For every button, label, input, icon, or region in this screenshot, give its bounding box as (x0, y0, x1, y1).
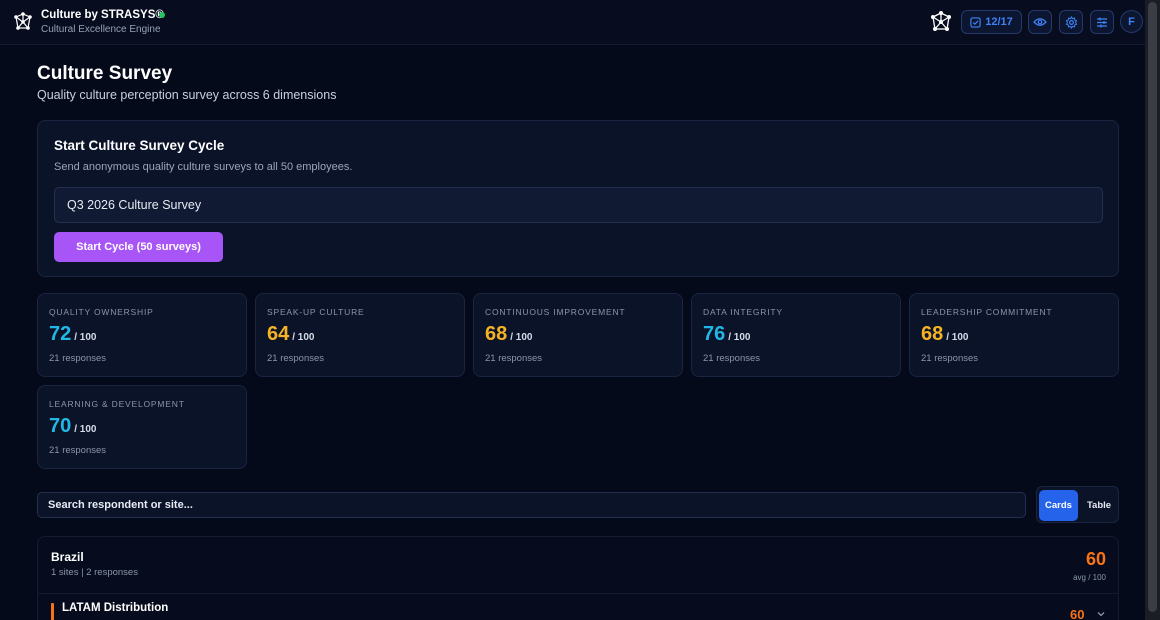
dimension-responses: 21 responses (921, 353, 979, 364)
filters-button[interactable] (1090, 10, 1114, 34)
site-score: 60 (1070, 607, 1085, 620)
network-logo-icon (14, 12, 32, 30)
dimension-card-continuous-improvement: Continuous Improvement 68/ 100 21 respon… (473, 293, 683, 377)
top-bar: Culture by STRASYS® Cultural Excellence … (0, 0, 1145, 45)
country-average-label: avg / 100 (1073, 573, 1106, 582)
tasks-count: 12/17 (985, 16, 1013, 28)
cycle-name-input[interactable] (54, 187, 1103, 223)
dimension-name: Continuous Improvement (485, 307, 626, 317)
dimension-responses: 21 responses (267, 353, 325, 364)
dimension-card-data-integrity: Data Integrity 76/ 100 21 responses (691, 293, 901, 377)
dimension-score: 68/ 100 (921, 323, 969, 345)
dimension-score: 72/ 100 (49, 323, 97, 345)
checklist-icon (970, 16, 981, 28)
sliders-icon (1097, 17, 1107, 27)
dimension-name: Leadership Commitment (921, 307, 1053, 317)
site-accent-bar (51, 603, 54, 620)
country-card-brazil[interactable]: Brazil 1 sites | 2 responses 60 avg / 10… (37, 536, 1119, 620)
gear-icon (1065, 15, 1077, 29)
view-button[interactable] (1028, 10, 1052, 34)
start-cycle-card: Start Culture Survey Cycle Send anonymou… (37, 120, 1119, 277)
cycle-description: Send anonymous quality culture surveys t… (54, 161, 353, 173)
network-icon[interactable] (929, 10, 953, 34)
eye-icon (1033, 18, 1047, 26)
search-input[interactable] (37, 492, 1026, 518)
dimension-card-leadership-commitment: Leadership Commitment 68/ 100 21 respons… (909, 293, 1119, 377)
country-average-score: 60 (1085, 549, 1106, 569)
page-title: Culture Survey (37, 63, 173, 84)
brand-subtitle: Cultural Excellence Engine (41, 24, 161, 35)
table-view-button[interactable]: Table (1081, 490, 1117, 521)
start-cycle-button[interactable]: Start Cycle (50 surveys) (54, 232, 223, 262)
country-meta: 1 sites | 2 responses (51, 567, 138, 578)
view-toggle: Cards Table (1036, 486, 1119, 523)
dimension-card-learning-development: Learning & Development 70/ 100 21 respon… (37, 385, 247, 469)
dimension-responses: 21 responses (485, 353, 543, 364)
brand-title: Culture by STRASYS® (41, 9, 164, 21)
dimension-responses: 21 responses (49, 445, 107, 456)
dimension-card-speak-up-culture: Speak-Up Culture 64/ 100 21 responses (255, 293, 465, 377)
dimension-score: 64/ 100 (267, 323, 315, 345)
dimension-responses: 21 responses (49, 353, 107, 364)
user-avatar[interactable]: F (1120, 10, 1143, 33)
status-dot (159, 12, 165, 18)
dimension-score: 68/ 100 (485, 323, 533, 345)
chevron-down-icon[interactable] (1096, 609, 1106, 619)
settings-button[interactable] (1059, 10, 1083, 34)
dimension-score: 70/ 100 (49, 415, 97, 437)
dimension-card-quality-ownership: Quality Ownership 72/ 100 21 responses (37, 293, 247, 377)
tasks-button[interactable]: 12/17 (961, 10, 1022, 34)
cycle-title: Start Culture Survey Cycle (54, 138, 225, 153)
dimension-score: 76/ 100 (703, 323, 751, 345)
country-name: Brazil (51, 550, 84, 564)
dimension-name: Speak-Up Culture (267, 307, 365, 317)
dimension-name: Quality Ownership (49, 307, 154, 317)
dimension-responses: 21 responses (703, 353, 761, 364)
divider (38, 593, 1118, 594)
dimension-name: Data Integrity (703, 307, 783, 317)
scrollbar-thumb[interactable] (1148, 2, 1157, 612)
site-name[interactable]: LATAM Distribution (62, 602, 168, 614)
dimension-name: Learning & Development (49, 399, 185, 409)
cards-view-button[interactable]: Cards (1039, 490, 1078, 521)
page-subtitle: Quality culture perception survey across… (37, 88, 337, 102)
